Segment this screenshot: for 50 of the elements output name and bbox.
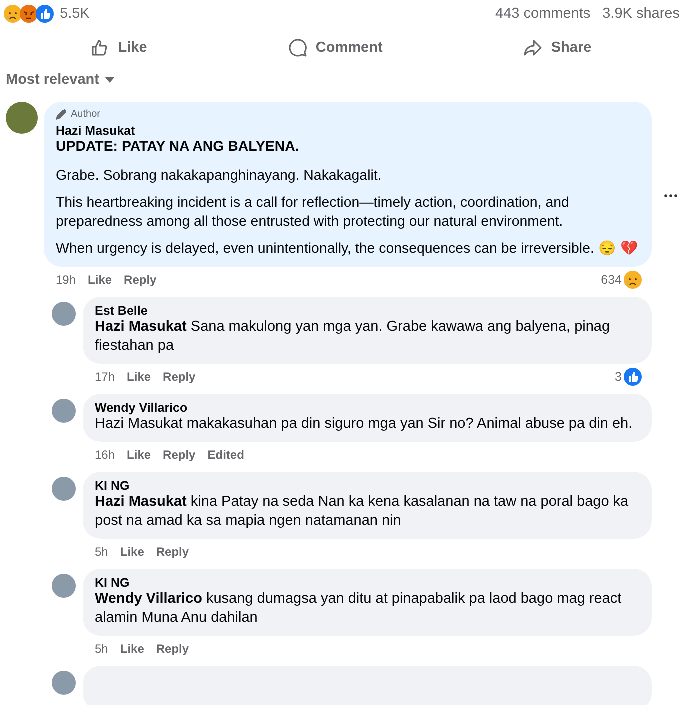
more-options-icon[interactable] xyxy=(664,194,678,198)
author-name[interactable]: Wendy Villarico xyxy=(95,401,640,415)
avatar[interactable] xyxy=(52,671,76,695)
share-count[interactable]: 3.9K shares xyxy=(602,6,680,22)
author-name[interactable]: Est Belle xyxy=(95,304,640,318)
like-link[interactable]: Like xyxy=(120,642,144,656)
comment-text: When urgency is delayed, even unintentionally, the consequences can be irreversible. 😔 💔 xyxy=(56,240,640,259)
comment-text: Hazi Masukat Sana makulong yan mga yan. Grabe kawawa ang balyena, pinag fiestahan pa xyxy=(95,318,612,356)
avatar[interactable] xyxy=(52,574,76,598)
comment-text: UPDATE: PATAY NA ANG BALYENA. xyxy=(56,138,300,157)
avatar[interactable] xyxy=(52,477,76,501)
author-name[interactable]: KI NG xyxy=(95,576,640,590)
comment-count[interactable]: 443 comments xyxy=(496,6,591,22)
comment-time[interactable]: 19h xyxy=(56,273,76,287)
comment-text: Wendy Villarico kusang dumagsa yan ditu at pinapabalik pa laod bago mag react alamin Muna Anu dahilan xyxy=(95,590,623,628)
speech-bubble-icon xyxy=(288,38,308,58)
reply-link[interactable]: Reply xyxy=(163,370,196,384)
pen-icon xyxy=(56,109,67,120)
like-link[interactable]: Like xyxy=(88,273,112,287)
reaction-count[interactable]: 5.5K xyxy=(60,6,90,22)
share-arrow-icon xyxy=(523,38,544,58)
comment-time[interactable]: 17h xyxy=(95,370,116,384)
reply-link[interactable]: Reply xyxy=(156,642,190,656)
reaction-count[interactable]: 3 xyxy=(615,370,622,384)
like-link[interactable]: Like xyxy=(120,545,144,559)
share-button[interactable]: Share xyxy=(515,34,600,62)
comment-button[interactable]: Comment xyxy=(280,34,391,62)
sort-dropdown[interactable]: Most relevant xyxy=(0,66,122,96)
comment-time[interactable]: 5h xyxy=(95,642,108,656)
reply-link[interactable]: Reply xyxy=(124,273,157,287)
author-name[interactable]: Hazi Masukat xyxy=(56,124,640,138)
avatar[interactable] xyxy=(6,102,38,134)
comment-time[interactable]: 16h xyxy=(95,448,116,462)
avatar[interactable] xyxy=(52,399,76,423)
comment-time[interactable]: 5h xyxy=(95,545,108,559)
reaction-count[interactable]: 634 xyxy=(601,273,622,287)
author-name[interactable]: KI NG xyxy=(95,479,640,493)
reply-link[interactable]: Reply xyxy=(163,448,196,462)
comment-text: Hazi Masukat makakasuhan pa din siguro mga yan Sir no? Animal abuse pa din eh. xyxy=(95,415,634,434)
comment-text: Hazi Masukat kina Patay na seda Nan ka kena kasalanan na taw na poral bago ka post na amad ka sa mapia ngen natamanan nin xyxy=(95,493,630,531)
like-link[interactable]: Like xyxy=(127,448,152,462)
comment-text: This heartbreaking incident is a call for reflection—timely action, coordination, and preparedness among all those entrusted with protecting our natural environment. xyxy=(56,194,570,232)
author-label: Author xyxy=(56,109,100,120)
like-button[interactable]: Like xyxy=(82,34,156,62)
comment-text: Grabe. Sobrang nakakapanghinayang. Nakakagalit. xyxy=(56,167,383,186)
avatar[interactable] xyxy=(52,302,76,326)
caret-icon xyxy=(105,77,116,83)
like-link[interactable]: Like xyxy=(127,370,152,384)
edited-label[interactable]: Edited xyxy=(208,448,244,462)
reply-link[interactable]: Reply xyxy=(156,545,190,559)
